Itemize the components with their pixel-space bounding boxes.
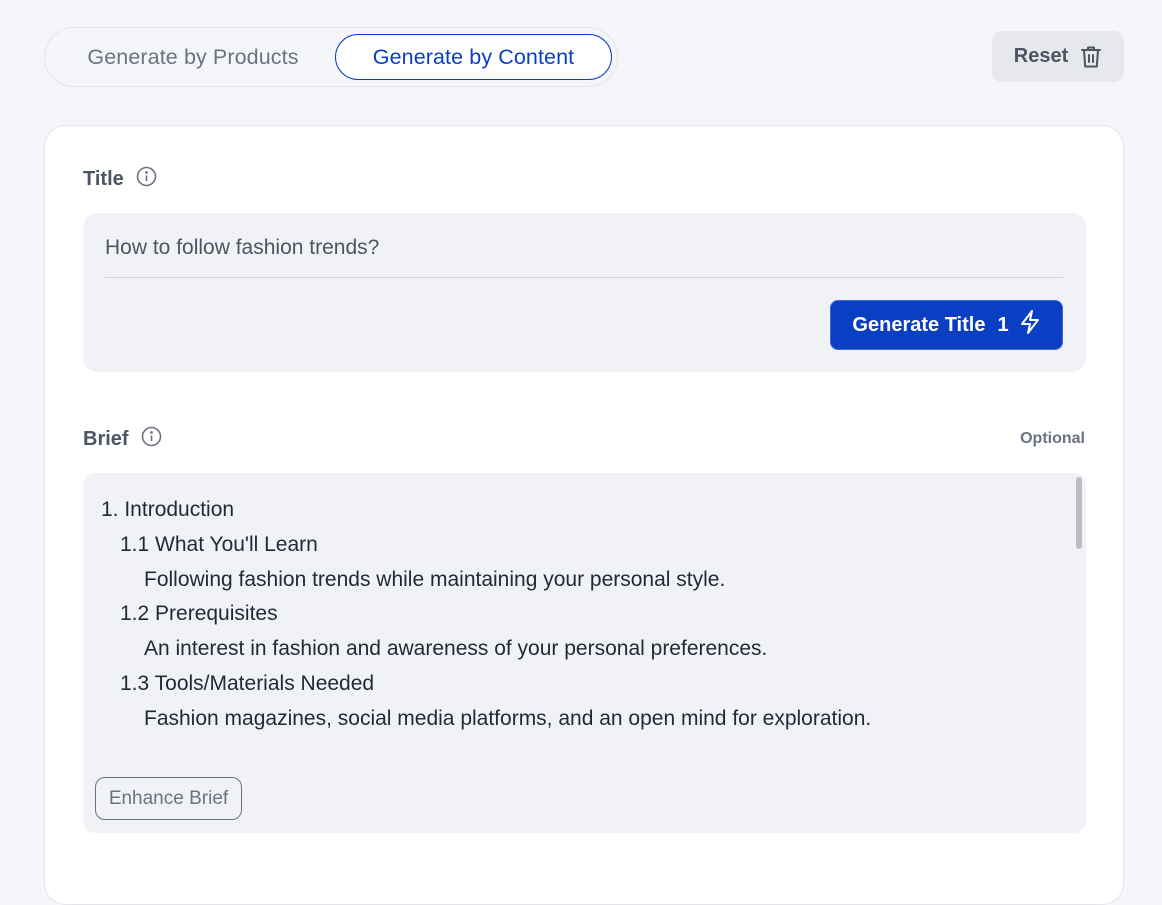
title-input[interactable] xyxy=(105,231,1063,278)
brief-line: Fashion magazines, social media platform… xyxy=(144,706,872,730)
credit-count: 1 xyxy=(997,313,1009,336)
brief-line: 1.3 Tools/Materials Needed xyxy=(120,671,375,695)
brief-textarea[interactable]: 1. Introduction 1.1 What You'll Learn Fo… xyxy=(83,473,1086,833)
brief-line: Following fashion trends while maintaini… xyxy=(144,567,726,591)
info-icon[interactable] xyxy=(141,426,162,453)
trash-icon xyxy=(1080,45,1102,69)
reset-label: Reset xyxy=(1013,45,1069,67)
brief-section-header: Brief xyxy=(83,426,162,453)
brief-line: 1. Introduction xyxy=(101,498,235,521)
brief-content: 1. Introduction 1.1 What You'll Learn Fo… xyxy=(101,493,1061,737)
content-card: Title Generate Title 1 Brief xyxy=(44,125,1124,905)
lightning-icon xyxy=(1019,309,1041,341)
brief-line: 1.1 What You'll Learn xyxy=(120,532,318,556)
generate-title-label: Generate Title xyxy=(852,313,986,336)
title-section-header: Title xyxy=(83,166,157,193)
brief-line: 1.2 Prerequisites xyxy=(120,602,278,626)
generate-by-products-tab[interactable]: Generate by Products xyxy=(61,34,325,80)
generate-by-content-tab[interactable]: Generate by Content xyxy=(335,34,612,80)
title-field-container: Generate Title 1 xyxy=(83,213,1086,372)
title-label: Title xyxy=(83,168,124,190)
brief-line: An interest in fashion and awareness of … xyxy=(144,637,768,661)
info-icon[interactable] xyxy=(136,166,157,193)
reset-button[interactable]: Reset xyxy=(992,31,1124,82)
generate-title-button[interactable]: Generate Title 1 xyxy=(830,300,1063,350)
generate-mode-toggle: Generate by Products Generate by Content xyxy=(44,27,618,87)
optional-label: Optional xyxy=(1020,430,1085,447)
brief-scrollbar[interactable] xyxy=(1076,477,1082,549)
brief-label: Brief xyxy=(83,428,129,450)
enhance-brief-button[interactable]: Enhance Brief xyxy=(95,777,242,820)
